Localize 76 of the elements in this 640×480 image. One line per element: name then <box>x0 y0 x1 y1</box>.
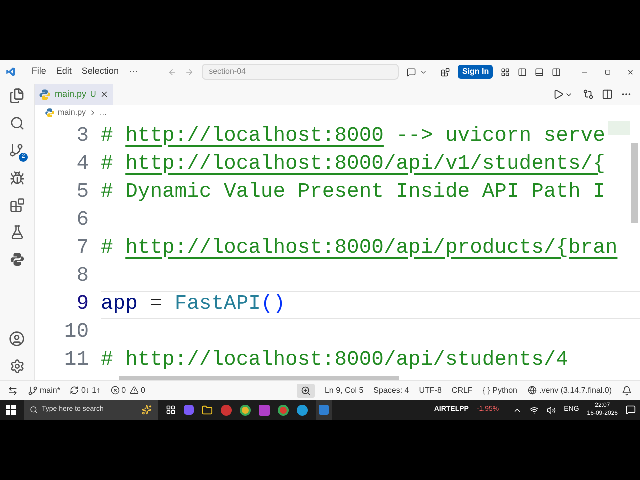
search-icon <box>30 406 38 414</box>
vertical-scrollbar[interactable] <box>631 143 638 223</box>
close-icon[interactable] <box>626 68 634 76</box>
search-icon[interactable] <box>10 116 24 131</box>
panel-bottom-icon[interactable] <box>535 66 544 78</box>
status-item[interactable]: { } Python <box>482 384 518 396</box>
line-number: 10 <box>63 320 90 346</box>
panel-right-icon[interactable] <box>552 66 562 78</box>
extensions-icon[interactable] <box>10 198 24 213</box>
panel-left-icon[interactable] <box>518 66 528 78</box>
editor-logo-icon <box>6 66 16 78</box>
editor-tab[interactable]: main.py U <box>35 84 114 105</box>
error-count[interactable]: 0 <box>122 384 126 396</box>
horizontal-scrollbar[interactable] <box>119 376 399 380</box>
environment-icon <box>528 386 537 395</box>
sparkles-icon <box>142 405 152 415</box>
menu-item[interactable]: File <box>32 65 46 79</box>
tab-title: main.py <box>55 88 87 101</box>
line-number: 3 <box>76 124 90 150</box>
split-editor-icon[interactable] <box>602 89 613 100</box>
line-number: 4 <box>76 152 90 178</box>
status-item[interactable]: Ln 9, Col 5 <box>324 384 364 396</box>
breadcrumb-item[interactable]: main.py <box>58 107 86 119</box>
code-line: # http://localhost:8000/api/v1/students/{ <box>101 152 606 178</box>
sign-in-button[interactable]: Sign In <box>458 65 494 79</box>
settings-icon[interactable] <box>10 359 24 374</box>
wifi-icon[interactable] <box>530 406 540 414</box>
menu-item[interactable]: Edit <box>56 65 72 79</box>
sync-icon <box>70 386 80 395</box>
chat-icon[interactable] <box>406 66 416 78</box>
task-view-icon[interactable] <box>166 405 176 415</box>
run-icon[interactable] <box>553 89 564 100</box>
run-debug-icon[interactable] <box>10 171 24 186</box>
warning-count[interactable]: 0 <box>141 384 146 396</box>
code-line: # http://localhost:8000 --> uvicorn serve <box>101 124 606 150</box>
close-tab-icon[interactable] <box>100 90 110 99</box>
code-line: # http://localhost:8000/api/products/{bran <box>101 236 618 262</box>
line-number: 7 <box>76 236 90 262</box>
line-number: 9 <box>76 292 90 318</box>
code-line: # http://localhost:8000/api/students/4 <box>101 348 568 374</box>
python-icon <box>45 108 55 118</box>
file-explorer-icon[interactable] <box>202 404 213 416</box>
remote-icon[interactable] <box>8 386 18 396</box>
account-icon[interactable] <box>9 331 25 347</box>
untracked-label: U <box>90 88 96 100</box>
maximize-icon[interactable] <box>604 68 611 76</box>
code-line: app = FastAPI() <box>101 292 286 318</box>
line-number: 6 <box>76 208 90 234</box>
layout-icon[interactable] <box>501 66 510 78</box>
warning-icon <box>130 386 140 395</box>
testing-icon[interactable] <box>10 225 24 240</box>
code-line: # Dynamic Value Present Inside API Path I <box>101 180 606 206</box>
status-item[interactable]: Spaces: 4 <box>374 384 410 396</box>
line-number: 8 <box>76 264 90 290</box>
breadcrumb-item[interactable]: ... <box>100 107 107 119</box>
status-item[interactable]: UTF-8 <box>419 384 442 396</box>
menu-item[interactable]: ··· <box>128 65 138 79</box>
branch-label[interactable]: main* <box>40 384 60 396</box>
menu-item[interactable]: Selection <box>82 65 119 79</box>
zoom-icon <box>300 386 311 396</box>
python-icon <box>39 88 51 100</box>
explorer-icon[interactable] <box>9 88 25 104</box>
line-number: 11 <box>63 348 90 374</box>
notifications-icon[interactable] <box>622 386 632 396</box>
status-item[interactable]: CRLF <box>452 384 473 396</box>
notification-center-icon[interactable] <box>626 405 636 415</box>
python-icon[interactable] <box>10 252 24 267</box>
branch-icon <box>28 386 38 396</box>
volume-icon[interactable] <box>547 406 556 414</box>
sync-status[interactable]: 0↓ 1↑ <box>81 384 101 396</box>
zoom-button[interactable] <box>296 384 315 398</box>
line-number: 5 <box>76 180 90 206</box>
environment-label[interactable]: .venv (3.14.7.final.0) <box>540 384 612 396</box>
compare-icon[interactable] <box>583 89 594 100</box>
start-icon[interactable] <box>6 405 16 415</box>
error-icon <box>110 386 120 395</box>
